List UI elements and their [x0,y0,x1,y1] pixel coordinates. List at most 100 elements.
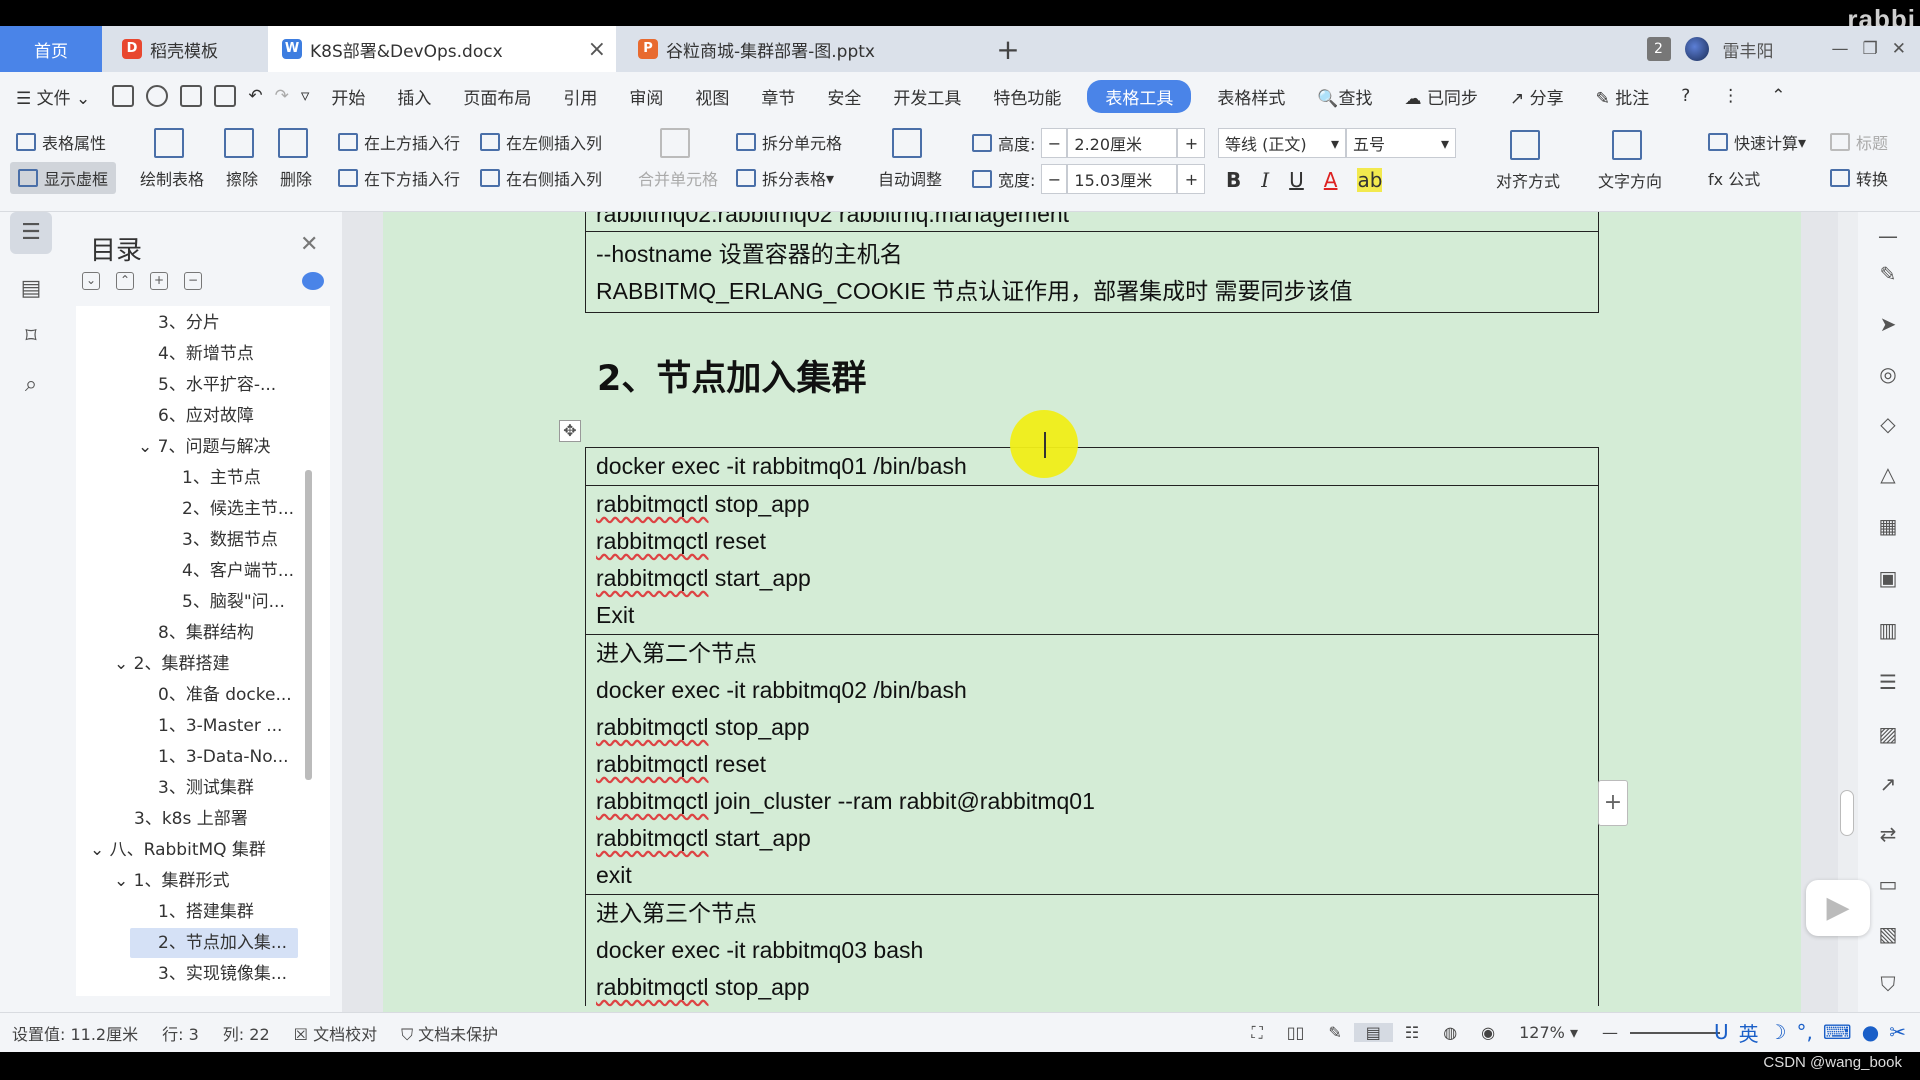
split-table-button[interactable]: 拆分表格 ▾ [736,166,834,190]
toc-icon[interactable]: ☰ [10,212,52,254]
menu-table-tools[interactable]: 表格工具 [1087,79,1192,113]
table-properties-button[interactable]: 表格属性 [16,130,106,154]
redo-icon[interactable]: ↷ [269,86,295,106]
toc-item[interactable]: 3、实现镜像集... [158,959,287,989]
italic-icon[interactable]: I [1261,168,1269,192]
toc-item[interactable]: 4、客户端节... [182,556,294,586]
ime-logo-icon[interactable]: U [1714,1020,1729,1044]
font-name-select[interactable]: 等线 (正文) ▾ [1218,128,1346,158]
table-move-handle-icon[interactable]: ✥ [559,420,581,442]
toc-item[interactable]: 2、候选主节... [182,494,294,524]
table-cell[interactable]: 进入第三个节点 docker exec -it rabbitmq03 bash … [585,894,1599,1006]
save-icon[interactable] [112,85,135,107]
font-color-icon[interactable]: A [1324,168,1338,192]
tab-docer-templates[interactable]: D 稻壳模板 [104,26,264,72]
edit-icon[interactable]: ✎ [1872,258,1904,290]
highlight-icon[interactable]: ab [1357,168,1383,192]
moon-icon[interactable]: ☽ [1769,1020,1787,1044]
zoom-slider[interactable] [1630,1031,1720,1034]
sync-button[interactable]: ☁ 已同步 [1389,84,1494,109]
share-icon[interactable]: ↗ [1872,768,1904,800]
chevron-down-icon[interactable]: ⌄ [138,437,158,457]
tab-home[interactable]: 首页 [0,26,102,72]
new-tab-button[interactable]: + [990,26,1026,72]
settings-icon[interactable]: ☰ [1872,666,1904,698]
outline-view-icon[interactable]: ☷ [1393,1023,1431,1042]
menu-security[interactable]: 安全 [811,84,877,109]
share-button[interactable]: ↗ 分享 [1494,84,1580,109]
convert-button[interactable]: 转换 [1830,166,1888,190]
find-icon[interactable]: ⌕ [10,364,52,406]
delete-button[interactable]: 删除 [278,128,314,190]
punctuation-icon[interactable]: °, [1797,1020,1813,1044]
scrollbar-thumb[interactable] [1840,790,1854,836]
minimize-button[interactable]: — [1832,39,1849,59]
toc-item[interactable]: 1、3-Master ... [158,711,282,741]
remove-heading-icon[interactable]: − [184,272,202,290]
insert-row-above-button[interactable]: 在上方插入行 [338,130,460,154]
bold-icon[interactable]: B [1226,168,1241,192]
menu-view[interactable]: 视图 [679,84,745,109]
proofread-button[interactable]: ☒ 文档校对 [282,1021,389,1045]
insert-col-right-button[interactable]: 在右侧插入列 [480,166,602,190]
erase-button[interactable]: 擦除 [224,128,260,190]
menu-review[interactable]: 审阅 [613,84,679,109]
auto-fit-button[interactable]: 自动调整 [878,128,942,190]
add-row-button[interactable]: + [1598,780,1628,826]
search-button[interactable]: 🔍查找 [1301,84,1388,109]
print-icon[interactable] [180,85,203,107]
toc-item[interactable]: 5、脑裂"问... [182,587,285,617]
toc-item[interactable]: 3、k8s 上部署 [134,804,248,834]
table-icon[interactable]: ▦ [1872,510,1904,542]
picture-icon[interactable]: ▧ [1872,918,1904,950]
collapse-ribbon-icon[interactable]: ⌃ [1755,86,1801,106]
height-input[interactable]: 2.20厘米 [1067,128,1178,158]
text-direction-button[interactable]: 文字方向 [1598,130,1662,192]
add-heading-icon[interactable]: + [150,272,168,290]
pen-icon[interactable]: ✎ [1316,1023,1353,1042]
toc-item[interactable]: 6、应对故障 [158,401,254,431]
collapse-icon[interactable]: — [1872,220,1904,252]
toc-item[interactable]: 3、数据节点 [182,525,278,555]
location-icon[interactable]: ◎ [1872,358,1904,390]
insert-col-left-button[interactable]: 在左侧插入列 [480,130,602,154]
close-tab-icon[interactable]: × [588,37,606,62]
font-size-select[interactable]: 五号 ▾ [1346,128,1456,158]
table-cell[interactable]: rabbitmqctl stop_app rabbitmqctl reset r… [585,485,1599,635]
protect-status[interactable]: ⛉ 文档未保护 [389,1021,510,1045]
window-count-badge[interactable]: 2 [1646,37,1671,61]
width-input[interactable]: 15.03厘米 [1067,164,1178,194]
apps-icon[interactable]: ▣ [1872,562,1904,594]
close-icon[interactable]: ✕ [300,232,318,257]
height-decrease-button[interactable]: − [1041,128,1068,158]
menu-insert[interactable]: 插入 [381,84,447,109]
formula-button[interactable]: fx 公式 [1708,166,1760,190]
web-view-icon[interactable]: ◍ [1431,1023,1469,1042]
keyboard-icon[interactable]: ⌨ [1823,1020,1852,1044]
menu-features[interactable]: 特色功能 [977,84,1077,109]
comment-button[interactable]: ✎ 批注 [1580,84,1666,109]
menu-reference[interactable]: 引用 [547,84,613,109]
chevron-down-icon[interactable]: ⌄ [90,840,110,860]
title-row-button[interactable]: 标题 [1830,130,1888,154]
show-borders-button[interactable]: 显示虚框 [10,162,117,194]
toc-item[interactable]: 0、准备 docke... [158,680,292,710]
toc-item[interactable]: 1、3-Data-No... [158,742,289,772]
quick-calc-button[interactable]: 快速计算 ▾ [1708,130,1806,154]
toc-item[interactable]: 5、水平扩容-... [158,370,276,400]
toc-item[interactable]: 3、测试集群 [158,773,254,803]
fullscreen-icon[interactable]: ⛶ [1240,1023,1275,1043]
menu-table-style[interactable]: 表格样式 [1201,84,1301,109]
toc-item[interactable]: 1、搭建集群 [158,897,254,927]
bookmark-icon[interactable]: ⌑ [10,316,52,358]
menu-devtools[interactable]: 开发工具 [877,84,977,109]
print-preview-icon[interactable] [214,85,237,107]
tab-k8s-docx[interactable]: W K8S部署&DevOps.docx × [268,26,616,72]
ime-language[interactable]: 英 [1739,1018,1759,1047]
chevron-down-icon[interactable]: ⌄ [114,871,134,891]
toc-item[interactable]: 3、分片 [158,308,220,338]
wrench-icon[interactable]: ✂ [1889,1020,1906,1044]
outline-icon[interactable]: ▤ [10,268,52,310]
image-icon[interactable]: ▨ [1872,718,1904,750]
format-painter-icon[interactable] [146,85,169,107]
